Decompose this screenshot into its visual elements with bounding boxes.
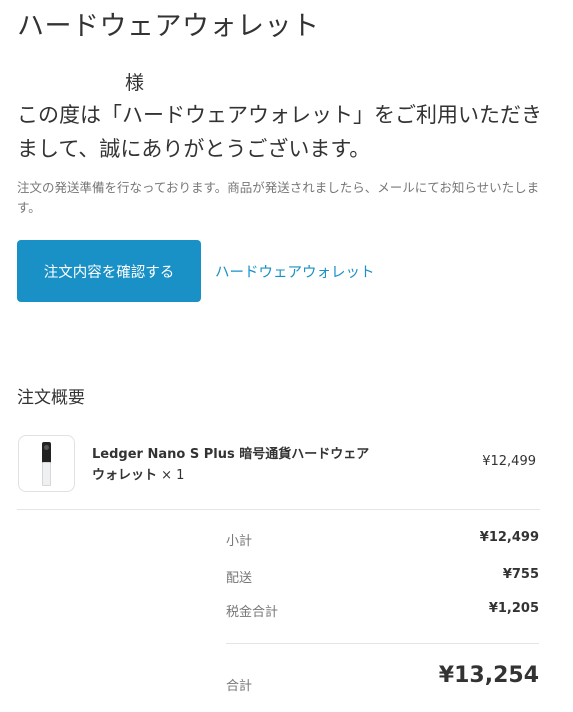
tax-row: 税金合計 ¥1,205 — [226, 601, 539, 621]
shipping-value: ¥755 — [502, 567, 539, 582]
view-order-button-label: 注文内容を確認する — [43, 264, 175, 281]
thank-you-message: この度は「ハードウェアウォレット」をご利用いただきまして、誠にありがとうございま… — [17, 103, 542, 161]
tax-value: ¥1,205 — [488, 601, 539, 616]
ledger-device-ring — [44, 445, 49, 450]
total-row: 合計 ¥13,254 — [226, 660, 539, 696]
subtotal-value: ¥12,499 — [479, 530, 539, 545]
subtotal-row: 小計 ¥12,499 — [226, 530, 539, 550]
store-link[interactable]: ハードウェアウォレット — [215, 261, 375, 282]
view-order-button[interactable]: 注文内容を確認する — [17, 240, 201, 302]
shipping-row: 配送 ¥755 — [226, 567, 539, 587]
divider — [17, 509, 540, 510]
shop-name: ハードウェアウォレット — [17, 11, 320, 42]
customer-name: 様 — [125, 72, 145, 94]
order-summary-title: 注文概要 — [17, 388, 85, 408]
line-item-quantity: × 1 — [161, 468, 185, 483]
total-value: ¥13,254 — [438, 663, 539, 688]
line-item-name: Ledger Nano S Plus 暗号通貨ハードウェアウォレット × 1 — [92, 444, 377, 486]
subtotal-label: 小計 — [226, 534, 253, 549]
totals-divider — [226, 643, 539, 644]
line-item-price: ¥12,499 — [482, 454, 536, 469]
product-thumbnail — [18, 435, 75, 492]
shipping-notice: 注文の発送準備を行なっております。商品が発送されましたら、メールにてお知らせいた… — [17, 180, 540, 215]
shipping-label: 配送 — [226, 571, 253, 586]
line-item-title: Ledger Nano S Plus 暗号通貨ハードウェアウォレット — [92, 447, 370, 483]
ledger-device-body — [42, 462, 51, 486]
tax-label: 税金合計 — [226, 605, 279, 620]
total-label: 合計 — [226, 679, 253, 694]
